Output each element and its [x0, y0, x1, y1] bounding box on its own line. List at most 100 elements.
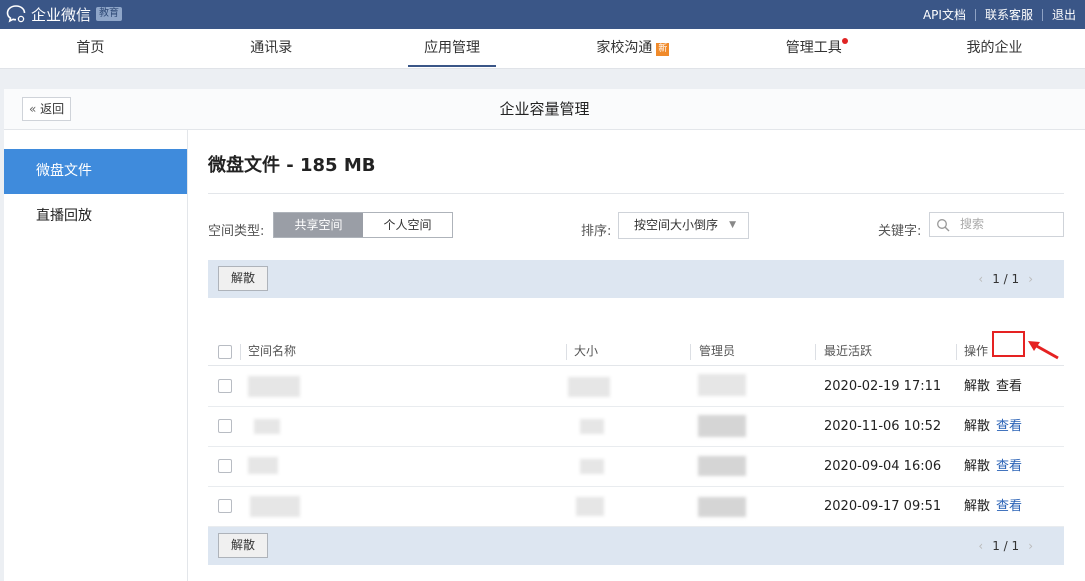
red-arrow-icon — [1028, 341, 1059, 360]
sidebar: 微盘文件 直播回放 — [4, 130, 188, 581]
row-view-link[interactable]: 查看 — [996, 407, 1022, 447]
blurred-size — [576, 497, 604, 516]
page-indicator: 1 / 1 — [992, 272, 1020, 286]
capacity-panel: 企业容量管理 « 返回 微盘文件 直播回放 微盘文件 - 185 MB 空间类型… — [4, 89, 1085, 581]
nav-management-tools[interactable]: 管理工具 — [723, 29, 904, 68]
row-dissolve-link[interactable]: 解散 — [964, 487, 990, 527]
nav-contacts[interactable]: 通讯录 — [181, 29, 362, 68]
divider — [208, 193, 1064, 194]
chevron-right-icon[interactable]: › — [1019, 539, 1042, 553]
table-row: 2020-11-06 10:52 解散 查看 — [208, 407, 1064, 447]
row-view-link[interactable]: 查看 — [996, 447, 1022, 487]
dissolve-button[interactable]: 解散 — [218, 533, 268, 558]
personal-space-option[interactable]: 个人空间 — [363, 213, 452, 237]
table-toolbar-bottom: 解散 ‹ 1 / 1 › — [208, 527, 1064, 565]
column-divider — [956, 344, 957, 360]
nav-label: 通讯录 — [250, 40, 293, 56]
nav-label-wrap: 家校沟通新 — [580, 29, 685, 67]
chevron-left-icon[interactable]: ‹ — [969, 272, 992, 286]
row-view-link[interactable]: 查看 — [996, 367, 1022, 407]
nav-label: 管理工具 — [785, 40, 842, 56]
last-active-time: 2020-09-04 16:06 — [824, 459, 942, 474]
pager: ‹ 1 / 1 › — [969, 260, 1042, 298]
table-toolbar-top: 解散 ‹ 1 / 1 › — [208, 260, 1064, 298]
blurred-admin — [698, 497, 746, 517]
search-icon — [937, 219, 950, 232]
table-row: 2020-09-17 09:51 解散 查看 — [208, 487, 1064, 527]
blurred-space-name — [250, 496, 300, 517]
page-indicator: 1 / 1 — [992, 539, 1020, 553]
row-dissolve-link[interactable]: 解散 — [964, 447, 990, 487]
table-row: 2020-02-19 17:11 解散 查看 — [208, 367, 1064, 407]
blurred-size — [568, 377, 610, 397]
blurred-admin — [698, 374, 746, 396]
space-type-toggle: 共享空间 个人空间 — [273, 212, 453, 238]
blurred-size — [580, 459, 604, 474]
logout-link[interactable]: 退出 — [1043, 6, 1085, 23]
nav-app-management[interactable]: 应用管理 — [362, 29, 543, 68]
main-nav: 首页 通讯录 应用管理 家校沟通新 管理工具 我的企业 — [0, 29, 1085, 69]
sort-value: 按空间大小倒序 — [634, 218, 719, 232]
column-divider — [690, 344, 691, 360]
row-checkbox[interactable] — [218, 459, 232, 473]
space-type-label: 空间类型: — [208, 224, 265, 239]
select-all-checkbox[interactable] — [218, 345, 232, 359]
new-badge: 新 — [656, 43, 670, 56]
back-button[interactable]: « 返回 — [22, 97, 72, 121]
sort-select[interactable]: 按空间大小倒序 ▼ — [618, 212, 749, 239]
search-placeholder: 搜索 — [960, 217, 985, 231]
contact-support-link[interactable]: 联系客服 — [976, 6, 1042, 23]
top-bar: 企业微信 教育 API文档 联系客服 退出 — [0, 0, 1085, 29]
nav-label: 首页 — [76, 40, 105, 56]
row-dissolve-link[interactable]: 解散 — [964, 407, 990, 447]
nav-label: 家校沟通 — [596, 40, 653, 56]
api-docs-link[interactable]: API文档 — [914, 6, 975, 23]
column-divider — [815, 344, 816, 360]
shared-space-option[interactable]: 共享空间 — [274, 213, 363, 237]
last-active-time: 2020-09-17 09:51 — [824, 499, 942, 514]
logo-text: 企业微信 — [31, 5, 92, 24]
edu-badge: 教育 — [96, 7, 123, 21]
nav-label: 我的企业 — [966, 40, 1023, 56]
search-input[interactable]: 搜索 — [929, 212, 1064, 237]
sort-label: 排序: — [581, 224, 612, 239]
table-header: 空间名称 大小 管理员 最近活跃 操作 — [208, 338, 1064, 366]
blurred-space-name — [248, 457, 278, 474]
blurred-size — [580, 419, 604, 434]
column-last-active: 最近活跃 — [824, 344, 873, 358]
logo[interactable]: 企业微信 教育 — [6, 3, 123, 25]
last-active-time: 2020-02-19 17:11 — [824, 379, 942, 394]
nav-my-enterprise[interactable]: 我的企业 — [904, 29, 1085, 68]
row-checkbox[interactable] — [218, 379, 232, 393]
column-divider — [240, 344, 241, 360]
nav-home-school[interactable]: 家校沟通新 — [542, 29, 723, 68]
blurred-admin — [698, 415, 746, 437]
caret-down-icon: ▼ — [729, 220, 736, 230]
last-active-time: 2020-11-06 10:52 — [824, 419, 942, 434]
content-title: 微盘文件 - 185 MB — [208, 155, 376, 176]
notification-dot — [841, 38, 848, 44]
chevron-right-icon[interactable]: › — [1019, 272, 1042, 286]
row-checkbox[interactable] — [218, 419, 232, 433]
row-view-link[interactable]: 查看 — [996, 487, 1022, 527]
sidebar-item-live-replay[interactable]: 直播回放 — [4, 194, 187, 239]
wecom-logo-icon — [6, 4, 28, 24]
dissolve-button[interactable]: 解散 — [218, 266, 268, 291]
row-dissolve-link[interactable]: 解散 — [964, 367, 990, 407]
nav-label-wrap: 管理工具 — [770, 29, 858, 67]
nav-home[interactable]: 首页 — [0, 29, 181, 68]
column-size: 大小 — [574, 344, 599, 358]
nav-label: 应用管理 — [408, 29, 497, 67]
column-divider — [566, 344, 567, 360]
table-row: 2020-09-04 16:06 解散 查看 — [208, 447, 1064, 487]
blurred-admin — [698, 456, 746, 476]
back-label: 返回 — [40, 102, 65, 116]
sidebar-item-disk-files[interactable]: 微盘文件 — [4, 149, 187, 194]
chevron-left-icon[interactable]: ‹ — [969, 539, 992, 553]
highlight-box — [992, 331, 1025, 357]
row-checkbox[interactable] — [218, 499, 232, 513]
double-chevron-left-icon: « — [29, 102, 37, 116]
blurred-space-name — [248, 376, 300, 397]
page-title: 企业容量管理 — [499, 100, 590, 118]
pager: ‹ 1 / 1 › — [969, 527, 1042, 565]
